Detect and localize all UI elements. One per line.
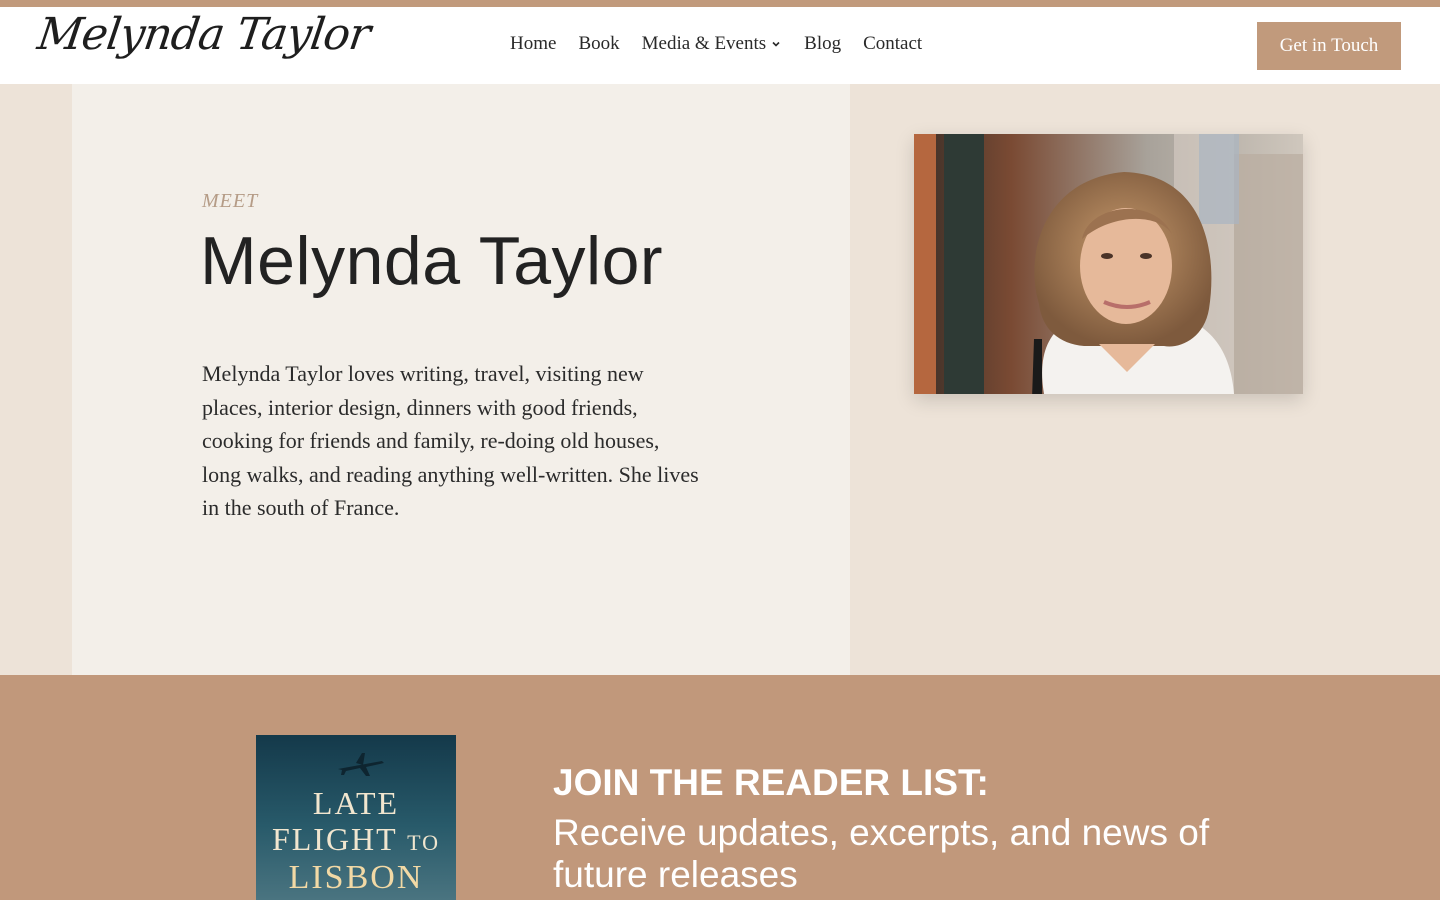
- nav-item-book[interactable]: Book: [578, 33, 619, 55]
- book-title-line3: LISBON: [288, 859, 424, 896]
- book-cover[interactable]: LATE FLIGHT TO LISBON: [256, 735, 456, 900]
- site-header: Melynda Taylor Home Book Media & Events …: [0, 7, 1440, 84]
- chevron-down-icon: [772, 41, 780, 47]
- book-title-line2: FLIGHT TO: [256, 821, 456, 858]
- book-title-word-small: TO: [407, 830, 441, 855]
- hero-eyebrow: MEET: [202, 190, 259, 212]
- nav-item-media-events[interactable]: Media & Events: [642, 33, 783, 55]
- nav-item-contact[interactable]: Contact: [863, 33, 922, 55]
- nav-item-home[interactable]: Home: [510, 33, 556, 55]
- nav-label: Book: [578, 33, 620, 54]
- reader-list-title: JOIN THE READER LIST:: [553, 762, 989, 803]
- book-title-word: FLIGHT: [271, 821, 398, 857]
- nav-item-blog[interactable]: Blog: [804, 33, 841, 55]
- nav-label: Blog: [804, 33, 842, 54]
- reader-list-subtitle: Receive updates, excerpts, and news of f…: [553, 812, 1210, 895]
- book-title-line1: LATE: [312, 785, 400, 821]
- airplane-icon: [338, 753, 384, 776]
- portrait-photo: [914, 134, 1303, 394]
- author-portrait: [914, 134, 1303, 394]
- nav-label: Home: [510, 33, 557, 54]
- get-in-touch-button[interactable]: Get in Touch: [1257, 22, 1401, 70]
- top-accent-bar: [0, 0, 1440, 7]
- main-nav: Home Book Media & Events Blog Contact: [510, 33, 944, 55]
- site-logo[interactable]: Melynda Taylor: [34, 9, 373, 60]
- nav-label: Contact: [863, 33, 923, 54]
- author-bio: Melynda Taylor loves writing, travel, vi…: [202, 361, 699, 520]
- nav-label: Media & Events: [641, 33, 767, 54]
- page-title: Melynda Taylor: [200, 223, 664, 299]
